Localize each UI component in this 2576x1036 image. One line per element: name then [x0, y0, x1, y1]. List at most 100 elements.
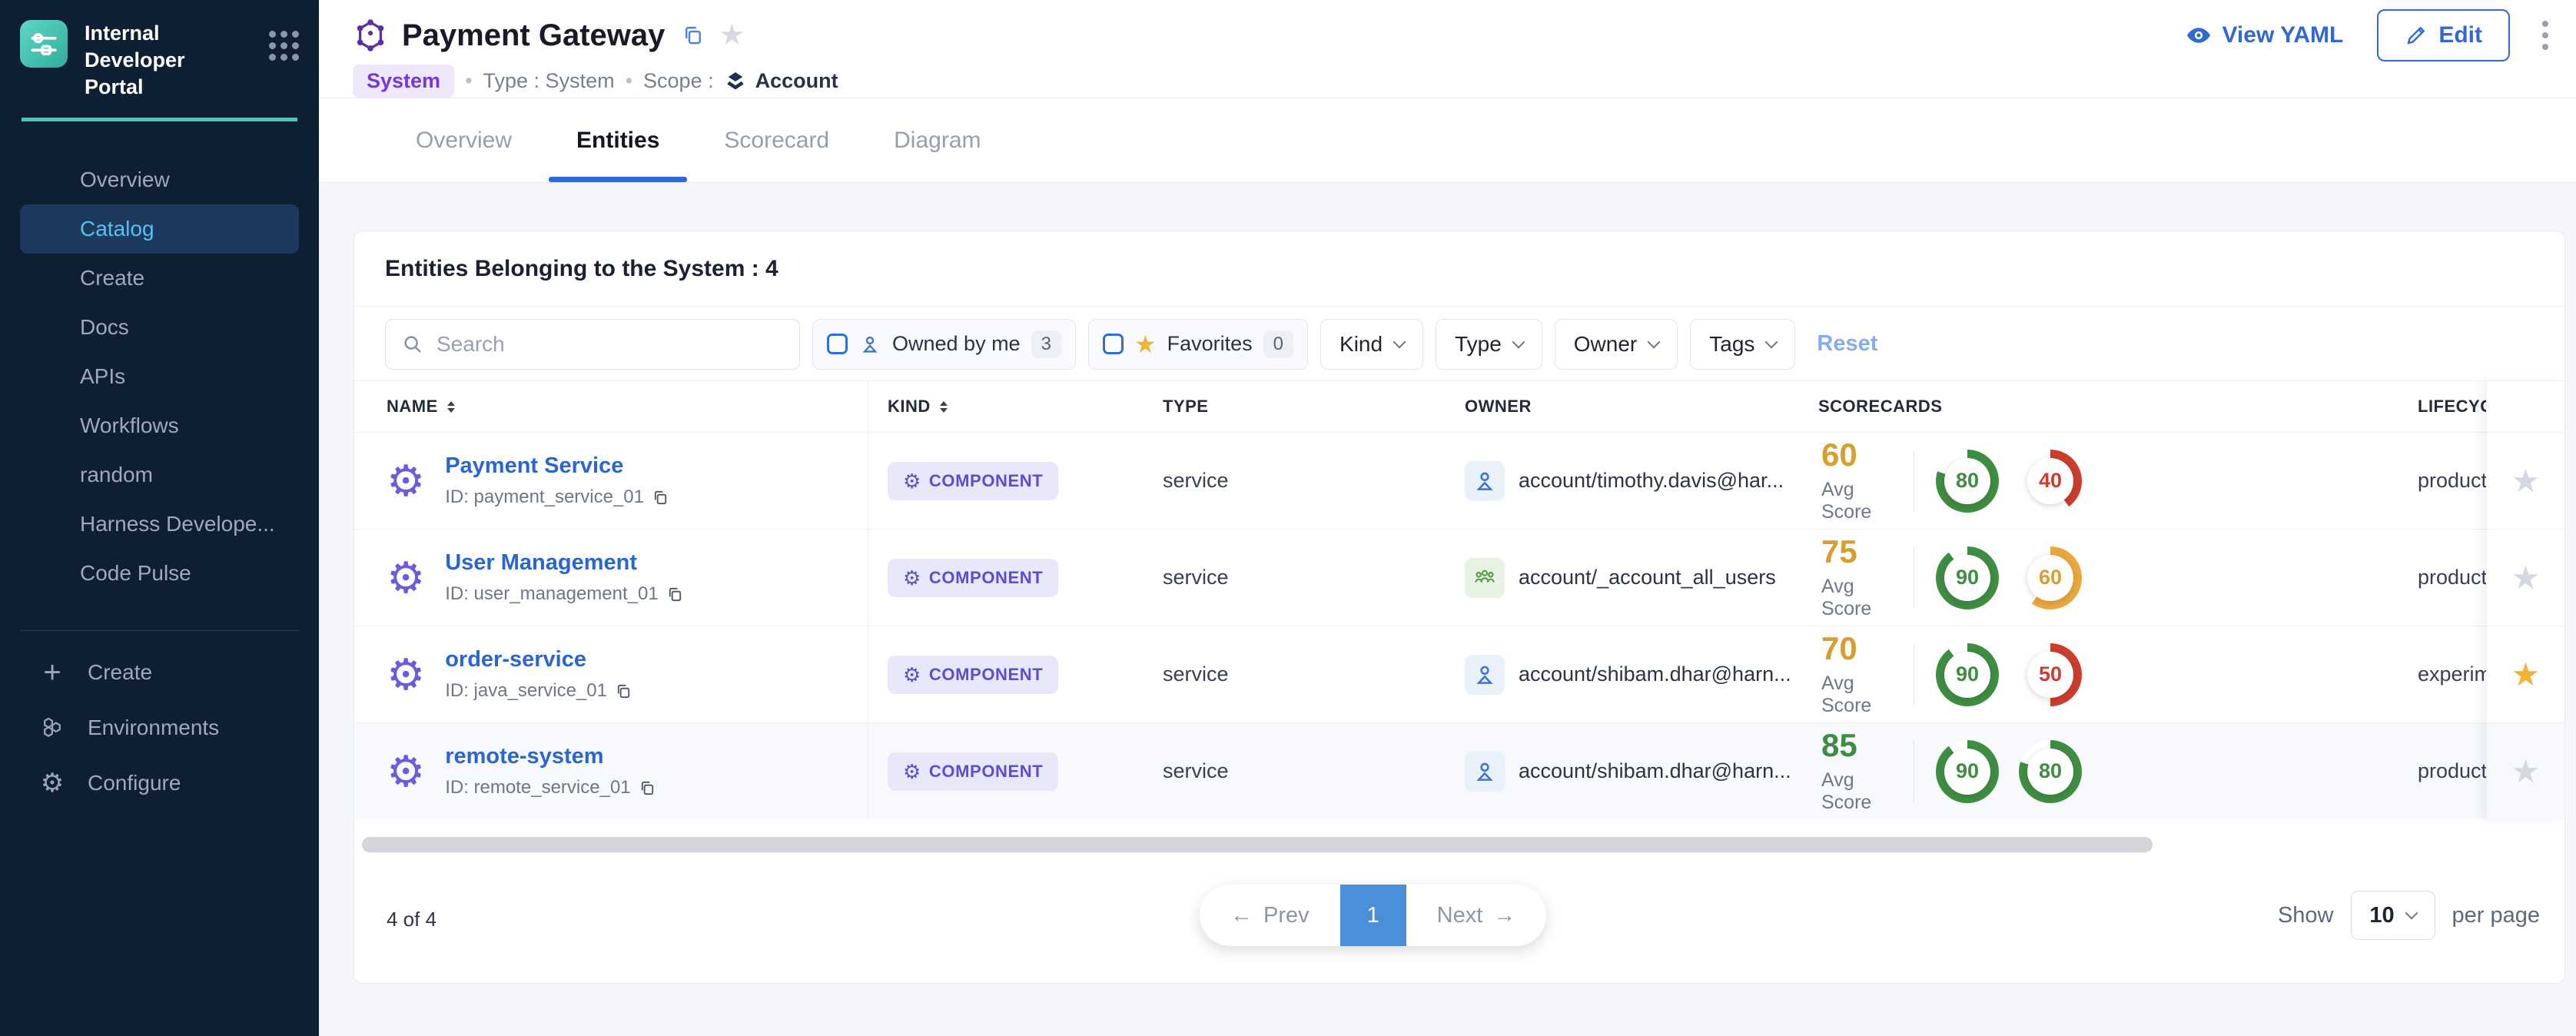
scorecard-gauge[interactable]: 90	[1936, 643, 1999, 706]
tags-dropdown[interactable]: Tags	[1690, 319, 1795, 370]
owned-by-me-filter[interactable]: Owned by me 3	[812, 319, 1076, 370]
sidebar-item-overview[interactable]: Overview	[0, 155, 319, 204]
favorites-label: Favorites	[1167, 332, 1253, 356]
favorite-toggle[interactable]	[2487, 626, 2564, 722]
owner-badge	[1465, 655, 1505, 695]
favorites-filter[interactable]: ★ Favorites 0	[1088, 319, 1308, 370]
star-icon[interactable]	[2511, 465, 2541, 497]
favorite-toggle[interactable]	[2487, 722, 2564, 819]
sidebar-bottom-label: Configure	[88, 771, 181, 795]
reset-filters-link[interactable]: Reset	[1817, 331, 1877, 357]
copy-icon[interactable]	[639, 779, 656, 797]
component-gear-icon: ⚙	[387, 460, 425, 503]
scorecard-gauge[interactable]: 80	[2019, 740, 2082, 803]
sidebar-bottom-nav: + Create Environments ⚙ Configure	[0, 645, 319, 811]
meta-separator: •	[626, 69, 632, 93]
owner-dropdown[interactable]: Owner	[1555, 319, 1678, 370]
sidebar-item-random[interactable]: random	[0, 450, 319, 500]
table-row: ⚙ Payment Service ID: payment_service_01…	[354, 432, 2564, 529]
sliders-icon	[27, 27, 61, 61]
favorite-system-star-icon[interactable]: ★	[719, 21, 745, 50]
scorecard-gauge[interactable]: 60	[2019, 546, 2082, 609]
favorite-toggle[interactable]	[2487, 432, 2564, 529]
chevron-down-icon	[1512, 335, 1525, 348]
page-size-select[interactable]: 10	[2351, 891, 2435, 940]
entities-panel-title: Entities Belonging to the System : 4	[354, 231, 2564, 307]
column-header-name[interactable]: NAME	[354, 397, 868, 417]
meta-separator: •	[465, 69, 472, 93]
tab-scorecard[interactable]: Scorecard	[692, 98, 861, 182]
owner-ref[interactable]: account/timothy.davis@har...	[1519, 469, 1784, 493]
entity-tabs: Overview Entities Scorecard Diagram	[319, 98, 2576, 183]
sidebar-item-environments[interactable]: Environments	[0, 700, 319, 755]
prev-page-button[interactable]: ← Prev	[1200, 885, 1340, 946]
entity-name-link[interactable]: User Management	[445, 550, 684, 576]
sidebar-item-create-bottom[interactable]: + Create	[0, 645, 319, 700]
tab-entities[interactable]: Entities	[544, 98, 692, 182]
sidebar-item-create[interactable]: Create	[0, 254, 319, 303]
star-icon[interactable]	[2511, 562, 2541, 594]
owned-by-me-checkbox[interactable]	[827, 334, 848, 354]
page-size-value: 10	[2369, 903, 2394, 928]
owner-ref[interactable]: account/_account_all_users	[1519, 566, 1776, 589]
copy-icon[interactable]	[652, 489, 669, 506]
sidebar-item-harness-developer[interactable]: Harness Develope...	[0, 500, 319, 549]
scorecard-gauge[interactable]: 90	[1936, 740, 1999, 803]
entity-id: ID: user_management_01	[445, 583, 659, 605]
scorecard-gauge[interactable]: 50	[2019, 643, 2082, 706]
entity-name-link[interactable]: remote-system	[445, 744, 656, 769]
entity-name-link[interactable]: order-service	[445, 647, 632, 672]
kebab-menu-icon[interactable]	[2538, 16, 2553, 55]
avg-score-value: 85	[1821, 729, 1907, 762]
sidebar-accent-divider	[22, 118, 297, 121]
next-page-button[interactable]: Next →	[1406, 885, 1547, 946]
sidebar-item-apis[interactable]: APIs	[0, 352, 319, 401]
owner-ref[interactable]: account/shibam.dhar@harn...	[1519, 662, 1791, 686]
avg-score-value: 75	[1821, 536, 1907, 568]
view-yaml-button[interactable]: View YAML	[2185, 22, 2343, 49]
favorites-column	[2486, 381, 2564, 819]
column-header-kind[interactable]: KIND	[868, 397, 1163, 417]
page-header: Payment Gateway ★ View YAML	[319, 0, 2576, 98]
owner-badge	[1465, 752, 1505, 792]
prev-label: Prev	[1263, 903, 1310, 928]
tab-overview[interactable]: Overview	[383, 98, 544, 182]
star-icon[interactable]	[2511, 755, 2541, 788]
horizontal-scrollbar[interactable]	[362, 837, 2153, 852]
page-number-button[interactable]: 1	[1340, 885, 1406, 946]
type-dropdown[interactable]: Type	[1436, 319, 1542, 370]
sidebar-bottom-label: Create	[88, 660, 152, 685]
sidebar-item-configure[interactable]: ⚙ Configure	[0, 755, 319, 811]
copy-icon[interactable]	[615, 682, 632, 700]
scorecard-gauge[interactable]: 90	[1936, 546, 1999, 609]
tab-diagram[interactable]: Diagram	[861, 98, 1013, 182]
edit-button[interactable]: Edit	[2377, 9, 2510, 61]
harness-idp-logo[interactable]	[20, 20, 68, 68]
owner-dropdown-label: Owner	[1574, 332, 1637, 357]
avg-score-caption: Avg Score	[1821, 479, 1907, 523]
app-root: Internal Developer Portal Overview Catal…	[0, 0, 2576, 1036]
system-entity-icon	[353, 18, 388, 53]
favorites-checkbox[interactable]	[1103, 334, 1124, 354]
sidebar-item-docs[interactable]: Docs	[0, 303, 319, 352]
owner-ref[interactable]: account/shibam.dhar@harn...	[1519, 759, 1791, 783]
entity-name-link[interactable]: Payment Service	[445, 453, 669, 479]
component-gear-icon: ⚙	[387, 750, 425, 793]
star-icon[interactable]	[2511, 659, 2541, 691]
app-switcher-icon[interactable]	[269, 31, 299, 61]
kind-dropdown[interactable]: Kind	[1320, 319, 1423, 370]
sort-icon[interactable]	[940, 397, 948, 417]
copy-title-icon[interactable]	[682, 24, 705, 47]
sort-icon[interactable]	[447, 397, 455, 417]
sidebar-item-code-pulse[interactable]: Code Pulse	[0, 549, 319, 598]
favorite-toggle[interactable]	[2487, 529, 2564, 626]
view-yaml-label: View YAML	[2222, 22, 2343, 48]
copy-icon[interactable]	[666, 586, 684, 603]
sidebar-item-workflows[interactable]: Workflows	[0, 401, 319, 450]
scorecard-gauge[interactable]: 80	[1936, 450, 1999, 513]
component-gear-icon: ⚙	[387, 556, 425, 599]
sidebar-item-catalog[interactable]: Catalog	[20, 204, 299, 254]
entity-id: ID: payment_service_01	[445, 486, 644, 508]
scorecard-gauge[interactable]: 40	[2019, 450, 2082, 513]
search-input[interactable]	[435, 331, 784, 357]
